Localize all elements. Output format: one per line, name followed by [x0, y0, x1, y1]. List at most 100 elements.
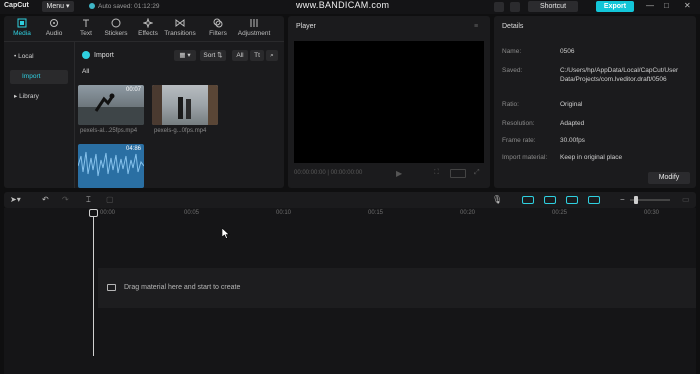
tab-label: Media	[13, 30, 31, 37]
sort-label: Sort	[203, 52, 216, 59]
export-button[interactable]: Export	[596, 1, 634, 12]
app-logo: CapCut	[4, 2, 29, 9]
zoom-out-icon[interactable]: −	[620, 195, 625, 204]
tab-label: Filters	[209, 30, 227, 37]
bandicam-watermark: www.BANDICAM.com	[296, 0, 390, 10]
media-thumbnail[interactable]	[152, 85, 218, 125]
tab-audio[interactable]: Audio	[38, 18, 70, 37]
text-filter-icon[interactable]: Tt	[250, 50, 264, 61]
detail-key: Resolution:	[502, 120, 535, 127]
tab-label: Text	[80, 30, 92, 37]
timeline-toolbar: ➤▾ ↶ ↷ ⌶ ▢ 🎙 − ▭	[4, 192, 696, 208]
menu-label: Menu	[46, 3, 65, 10]
detail-key: Saved:	[502, 67, 523, 74]
adjustment-icon	[250, 19, 258, 27]
detail-value: 0506	[560, 48, 575, 55]
detail-key: Import material:	[502, 154, 548, 161]
ruler-tick: 00:20	[460, 210, 476, 216]
player-screen[interactable]	[294, 41, 484, 163]
layout-icon[interactable]	[494, 2, 504, 12]
tab-media[interactable]: Media	[6, 18, 38, 37]
media-panel: Media Audio Text Stickers Effects Transi…	[4, 16, 284, 188]
zoom-slider-handle[interactable]	[634, 196, 638, 204]
couple-image	[152, 85, 218, 125]
sidebar-item-import[interactable]: Import	[10, 70, 68, 84]
crop-icon[interactable]: ⛶	[434, 169, 439, 177]
ruler-tick: 00:25	[552, 210, 568, 216]
media-section-title: All	[82, 68, 90, 75]
redo-icon[interactable]: ↷	[62, 195, 69, 204]
tab-filters[interactable]: Filters	[202, 18, 234, 37]
playhead[interactable]	[93, 212, 94, 356]
sidebar-item-library[interactable]: ▸ Library	[10, 90, 68, 104]
filters-icon	[213, 18, 223, 28]
filter-all-button[interactable]: All	[232, 50, 248, 61]
link-icon[interactable]	[522, 196, 534, 204]
text-icon	[83, 19, 89, 27]
tab-transitions[interactable]: Transitions	[164, 18, 196, 37]
import-label: Import	[94, 51, 114, 59]
media-thumbnail[interactable]: 00:07	[78, 85, 144, 125]
ruler-tick: 00:00	[100, 210, 116, 216]
tab-label: Audio	[45, 30, 63, 37]
maximize-icon[interactable]: □	[664, 1, 669, 10]
media-filename: pexels-g...0fps.mp4	[154, 128, 207, 134]
tab-label: Adjustment	[237, 30, 271, 37]
film-icon	[107, 284, 116, 291]
tab-text[interactable]: Text	[70, 18, 102, 37]
import-button[interactable]: Import	[82, 51, 114, 59]
view-toggle-button[interactable]: ▦ ▾	[174, 50, 196, 61]
ruler-tick: 00:05	[184, 210, 200, 216]
shortcut-label: Shortcut	[539, 3, 567, 10]
undo-icon[interactable]: ↶	[42, 195, 49, 204]
magnet-icon[interactable]	[566, 196, 578, 204]
menu-button[interactable]: Menu ▾	[42, 1, 74, 12]
play-icon[interactable]: ▶	[396, 169, 402, 178]
tab-adjustment[interactable]: Adjustment	[234, 18, 274, 37]
minimize-icon[interactable]: —	[646, 1, 654, 10]
microphone-icon[interactable]: 🎙	[492, 195, 502, 204]
export-label: Export	[603, 3, 627, 10]
modify-button[interactable]: Modify	[648, 172, 690, 184]
ruler-tick: 00:30	[644, 210, 660, 216]
sort-button[interactable]: Sort ⇅	[200, 50, 226, 61]
ruler-tick: 00:10	[276, 210, 292, 216]
player-menu-icon[interactable]: ≡	[474, 23, 478, 30]
settings-icon[interactable]	[510, 2, 520, 12]
tab-stickers[interactable]: Stickers	[100, 18, 132, 37]
split-icon[interactable]: ⌶	[86, 195, 91, 205]
zoom-fit-icon[interactable]: ▭	[682, 195, 690, 204]
delete-icon[interactable]: ▢	[106, 195, 114, 204]
detail-key: Frame rate:	[502, 137, 536, 144]
preview-axis-icon[interactable]	[588, 196, 600, 204]
details-panel: Details Name: 0506 Saved: C:/Users/hp/Ap…	[494, 16, 696, 188]
sidebar-item-local[interactable]: • Local	[10, 50, 68, 64]
media-thumbnail[interactable]: 04:86	[78, 144, 144, 188]
detail-value: 30.00fps	[560, 137, 585, 144]
mouse-cursor-icon	[222, 228, 230, 239]
select-tool-icon[interactable]: ➤▾	[10, 195, 21, 204]
filter-all-label: All	[236, 52, 244, 59]
snap-icon[interactable]	[544, 196, 556, 204]
player-timecode: 00:00:00:00 | 00:00:00:00	[294, 170, 363, 176]
media-sidebar: • Local Import ▸ Library	[4, 42, 70, 188]
detail-key: Name:	[502, 48, 522, 55]
player-panel: Player ≡ 00:00:00:00 | 00:00:00:00 ▶ ⛶ ⤢	[288, 16, 490, 188]
close-icon[interactable]: ✕	[684, 1, 691, 10]
ratio-icon[interactable]	[450, 169, 466, 178]
tab-effects[interactable]: Effects	[132, 18, 164, 37]
transitions-icon	[175, 19, 185, 27]
tab-label: Stickers	[104, 30, 128, 37]
modify-label: Modify	[658, 174, 680, 181]
ruler-tick: 00:15	[368, 210, 384, 216]
playhead-handle[interactable]	[89, 209, 98, 217]
divider	[74, 42, 75, 188]
media-tabs: Media Audio Text Stickers Effects Transi…	[4, 16, 284, 42]
search-icon[interactable]: ⌕	[266, 50, 278, 61]
shortcut-button[interactable]: Shortcut	[528, 1, 578, 12]
fullscreen-icon[interactable]: ⤢	[474, 169, 480, 177]
tab-label: Effects	[138, 30, 158, 37]
media-duration: 04:86	[125, 146, 141, 152]
detail-value: Original	[560, 101, 583, 108]
audio-icon	[50, 19, 58, 27]
